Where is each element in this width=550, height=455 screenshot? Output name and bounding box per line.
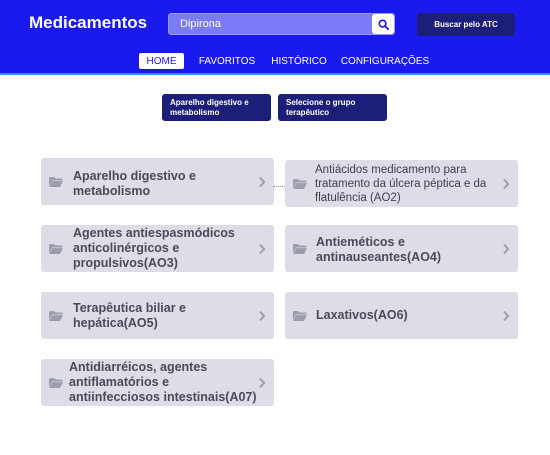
chevron-right-icon [259, 176, 266, 187]
nav-item-historico[interactable]: HISTÓRICO [269, 53, 329, 69]
chevron-right-icon [259, 310, 266, 321]
chevron-right-icon [503, 310, 510, 321]
chevron-right-icon [259, 377, 266, 388]
category-label: Agentes antiespasmódicos anticolinérgico… [73, 226, 235, 270]
category-card-a03[interactable]: Agentes antiespasmódicos anticolinérgico… [41, 225, 274, 272]
folder-icon [49, 243, 63, 254]
search-by-atc-button[interactable]: Buscar pelo ATC [417, 13, 515, 36]
search-button[interactable] [372, 14, 394, 34]
app-header: Medicamentos Buscar pelo ATC HOME FAVORI… [0, 0, 550, 75]
folder-icon [49, 176, 63, 187]
folder-icon [49, 310, 63, 321]
folder-icon [293, 310, 307, 321]
nav-item-favoritos[interactable]: FAVORITOS [196, 53, 258, 69]
chevron-right-icon [503, 243, 510, 254]
nav-item-home[interactable]: HOME [139, 53, 184, 69]
main-nav: HOME FAVORITOS HISTÓRICO CONFIGURAÇÕES [0, 53, 550, 69]
app-title: Medicamentos [29, 13, 148, 32]
nav-item-configuracoes[interactable]: CONFIGURAÇÕES [340, 53, 430, 69]
folder-icon [49, 377, 63, 388]
chevron-right-icon [503, 178, 510, 189]
folder-icon [293, 243, 307, 254]
category-card-a01[interactable]: Aparelho digestivo e metabolismo [41, 158, 274, 205]
category-label: Antidiarréicos, agentes antiflamatórios … [69, 360, 257, 404]
folder-icon [293, 178, 307, 189]
connector-line [273, 186, 285, 187]
category-card-a06[interactable]: Laxativos(AO6) [285, 292, 518, 339]
category-label: Aparelho digestivo e metabolismo [73, 169, 196, 198]
category-label: Antiácidos medicamento para tratamento d… [315, 164, 487, 204]
search-input[interactable] [168, 13, 395, 35]
category-card-a05[interactable]: Terapêutica biliar e hepática(AO5) [41, 292, 274, 339]
category-card-a07[interactable]: Antidiarréicos, agentes antiflamatórios … [41, 359, 274, 406]
category-label: Laxativos(AO6) [316, 308, 408, 322]
category-card-a04[interactable]: Antieméticos e antinauseantes(AO4) [285, 225, 518, 272]
category-label: Terapêutica biliar e hepática(AO5) [73, 301, 187, 330]
search-icon [377, 18, 389, 30]
group-filter-button[interactable]: Aparelho digestivo e metabolismo [162, 94, 271, 121]
category-label: Antieméticos e antinauseantes(AO4) [316, 235, 442, 264]
chevron-right-icon [259, 243, 266, 254]
subgroup-filter-button[interactable]: Selecione o grupo terapêutico [278, 94, 387, 121]
category-card-a02[interactable]: Antiácidos medicamento para tratamento d… [285, 160, 518, 207]
